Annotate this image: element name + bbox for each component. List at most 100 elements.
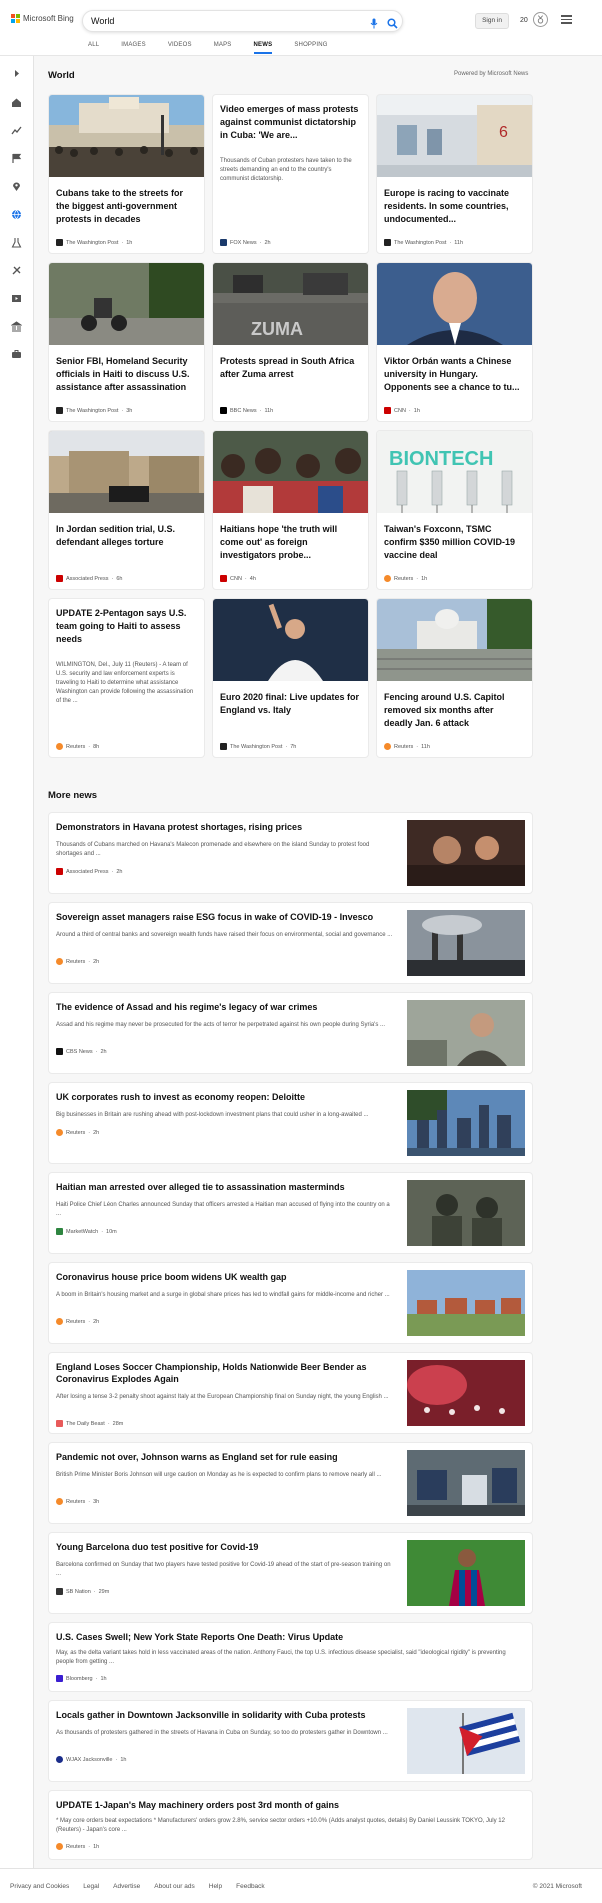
- footer-link-about-ads[interactable]: About our ads: [154, 1883, 194, 1890]
- news-title[interactable]: Locals gather in Downtown Jacksonville i…: [56, 1709, 396, 1721]
- news-card[interactable]: BIONTECH Taiwan's Foxconn, TSMC confirm …: [376, 430, 533, 590]
- sign-in-button[interactable]: Sign in: [475, 13, 509, 29]
- news-list-item[interactable]: Coronavirus house price boom widens UK w…: [48, 1262, 533, 1344]
- microsoft-logo-icon: [11, 14, 20, 23]
- politics-icon[interactable]: [10, 319, 23, 332]
- rewards-points[interactable]: 20: [520, 17, 528, 24]
- card-title[interactable]: Europe is racing to vaccinate residents.…: [384, 187, 524, 226]
- news-list-item[interactable]: Sovereign asset managers raise ESG focus…: [48, 902, 533, 984]
- card-title[interactable]: Taiwan's Foxconn, TSMC confirm $350 mill…: [384, 523, 524, 562]
- card-title[interactable]: Euro 2020 final: Live updates for Englan…: [220, 691, 360, 717]
- location-icon[interactable]: [11, 179, 22, 191]
- footer-link-help[interactable]: Help: [209, 1883, 222, 1890]
- card-title[interactable]: Protests spread in South Africa after Zu…: [220, 355, 360, 381]
- news-image: [407, 1270, 525, 1336]
- business-icon[interactable]: [11, 347, 22, 358]
- sports-icon[interactable]: [11, 263, 22, 275]
- news-card[interactable]: ZUMA Protests spread in South Africa aft…: [212, 262, 369, 422]
- news-description: As thousands of protesters gathered in t…: [56, 1730, 388, 1736]
- microphone-icon[interactable]: [370, 16, 378, 29]
- news-list-item[interactable]: Locals gather in Downtown Jacksonville i…: [48, 1700, 533, 1782]
- card-title[interactable]: Senior FBI, Homeland Security officials …: [56, 355, 196, 394]
- card-title[interactable]: UPDATE 2-Pentagon says U.S. team going t…: [56, 607, 196, 646]
- card-title[interactable]: Viktor Orbán wants a Chinese university …: [384, 355, 524, 394]
- flag-icon[interactable]: [11, 151, 22, 163]
- news-title[interactable]: Haitian man arrested over alleged tie to…: [56, 1181, 396, 1193]
- expand-icon[interactable]: [11, 66, 22, 77]
- news-list-item[interactable]: The evidence of Assad and his regime's l…: [48, 992, 533, 1074]
- search-input[interactable]: World: [91, 16, 114, 26]
- bloomberg-logo-icon: [56, 1675, 63, 1682]
- news-list-item[interactable]: Haitian man arrested over alleged tie to…: [48, 1172, 533, 1254]
- card-image: [213, 431, 368, 513]
- news-list-item[interactable]: Pandemic not over, Johnson warns as Engl…: [48, 1442, 533, 1524]
- news-card[interactable]: Haitians hope 'the truth will come out' …: [212, 430, 369, 590]
- news-card[interactable]: Video emerges of mass protests against c…: [212, 94, 369, 254]
- news-title[interactable]: Demonstrators in Havana protest shortage…: [56, 821, 396, 833]
- news-description: Assad and his regime may never be prosec…: [56, 1022, 385, 1028]
- news-list-item[interactable]: UK corporates rush to invest as economy …: [48, 1082, 533, 1164]
- card-source: The Washington Post · 11h: [384, 239, 463, 246]
- news-card[interactable]: UPDATE 2-Pentagon says U.S. team going t…: [48, 598, 205, 758]
- footer-link-privacy[interactable]: Privacy and Cookies: [10, 1883, 69, 1890]
- reuters-logo-icon: [56, 1129, 63, 1136]
- news-title[interactable]: Pandemic not over, Johnson warns as Engl…: [56, 1451, 396, 1463]
- footer-link-advertise[interactable]: Advertise: [113, 1883, 140, 1890]
- nav-maps[interactable]: MAPS: [214, 42, 232, 54]
- card-title[interactable]: In Jordan sedition trial, U.S. defendant…: [56, 523, 196, 549]
- news-title[interactable]: UPDATE 1-Japan's May machinery orders po…: [56, 1799, 396, 1811]
- card-title[interactable]: Cubans take to the streets for the bigge…: [56, 187, 196, 226]
- nav-videos[interactable]: VIDEOS: [168, 42, 192, 54]
- news-title[interactable]: Sovereign asset managers raise ESG focus…: [56, 911, 396, 923]
- top-header: Microsoft Bing World Sign in 20 ALL IMAG…: [0, 0, 602, 56]
- card-description: Thousands of Cuban protesters have taken…: [220, 158, 352, 182]
- nav-shopping[interactable]: SHOPPING: [294, 42, 327, 54]
- search-box[interactable]: World: [82, 10, 403, 32]
- footer-link-feedback[interactable]: Feedback: [236, 1883, 265, 1890]
- bing-logo[interactable]: Microsoft Bing: [11, 14, 74, 23]
- card-image: [49, 95, 204, 177]
- footer-link-legal[interactable]: Legal: [83, 1883, 99, 1890]
- news-title[interactable]: England Loses Soccer Championship, Holds…: [56, 1361, 396, 1385]
- card-title[interactable]: Haitians hope 'the truth will come out' …: [220, 523, 360, 562]
- news-source: MarketWatch · 10m: [56, 1228, 117, 1235]
- news-title[interactable]: The evidence of Assad and his regime's l…: [56, 1001, 396, 1013]
- news-card[interactable]: Fencing around U.S. Capitol removed six …: [376, 598, 533, 758]
- trending-icon[interactable]: [11, 123, 22, 135]
- entertainment-icon[interactable]: [11, 291, 22, 302]
- search-icon[interactable]: [387, 16, 398, 29]
- home-icon[interactable]: [11, 95, 22, 107]
- rewards-medal-icon[interactable]: [533, 12, 548, 27]
- world-icon[interactable]: [11, 207, 22, 220]
- nav-all[interactable]: ALL: [88, 42, 99, 54]
- washington-post-logo-icon: [56, 407, 63, 414]
- news-title[interactable]: Young Barcelona duo test positive for Co…: [56, 1541, 396, 1553]
- hamburger-menu-icon[interactable]: [561, 15, 572, 24]
- news-image: [407, 910, 525, 976]
- card-source: Reuters · 11h: [384, 743, 430, 750]
- card-title[interactable]: Video emerges of mass protests against c…: [220, 103, 360, 142]
- news-list-item[interactable]: UPDATE 1-Japan's May machinery orders po…: [48, 1790, 533, 1860]
- news-title[interactable]: U.S. Cases Swell; New York State Reports…: [56, 1631, 396, 1643]
- news-title[interactable]: Coronavirus house price boom widens UK w…: [56, 1271, 396, 1283]
- news-list-item[interactable]: Young Barcelona duo test positive for Co…: [48, 1532, 533, 1614]
- nav-images[interactable]: IMAGES: [121, 42, 146, 54]
- card-description: WILMINGTON, Del., July 11 (Reuters) - A …: [56, 662, 194, 704]
- news-card[interactable]: Euro 2020 final: Live updates for Englan…: [212, 598, 369, 758]
- section-title: World: [48, 70, 75, 81]
- news-list-item[interactable]: Demonstrators in Havana protest shortage…: [48, 812, 533, 894]
- news-list-item[interactable]: U.S. Cases Swell; New York State Reports…: [48, 1622, 533, 1692]
- news-source: CBS News · 2h: [56, 1048, 107, 1055]
- news-card[interactable]: Cubans take to the streets for the bigge…: [48, 94, 205, 254]
- news-list-item[interactable]: England Loses Soccer Championship, Holds…: [48, 1352, 533, 1434]
- news-source: Reuters · 2h: [56, 1129, 99, 1136]
- card-source: FOX News · 2h: [220, 239, 271, 246]
- news-card[interactable]: Viktor Orbán wants a Chinese university …: [376, 262, 533, 422]
- news-card[interactable]: 6 Europe is racing to vaccinate resident…: [376, 94, 533, 254]
- news-card[interactable]: In Jordan sedition trial, U.S. defendant…: [48, 430, 205, 590]
- news-card[interactable]: Senior FBI, Homeland Security officials …: [48, 262, 205, 422]
- science-icon[interactable]: [11, 235, 22, 248]
- card-title[interactable]: Fencing around U.S. Capitol removed six …: [384, 691, 524, 730]
- nav-news[interactable]: NEWS: [253, 42, 273, 54]
- news-title[interactable]: UK corporates rush to invest as economy …: [56, 1091, 396, 1103]
